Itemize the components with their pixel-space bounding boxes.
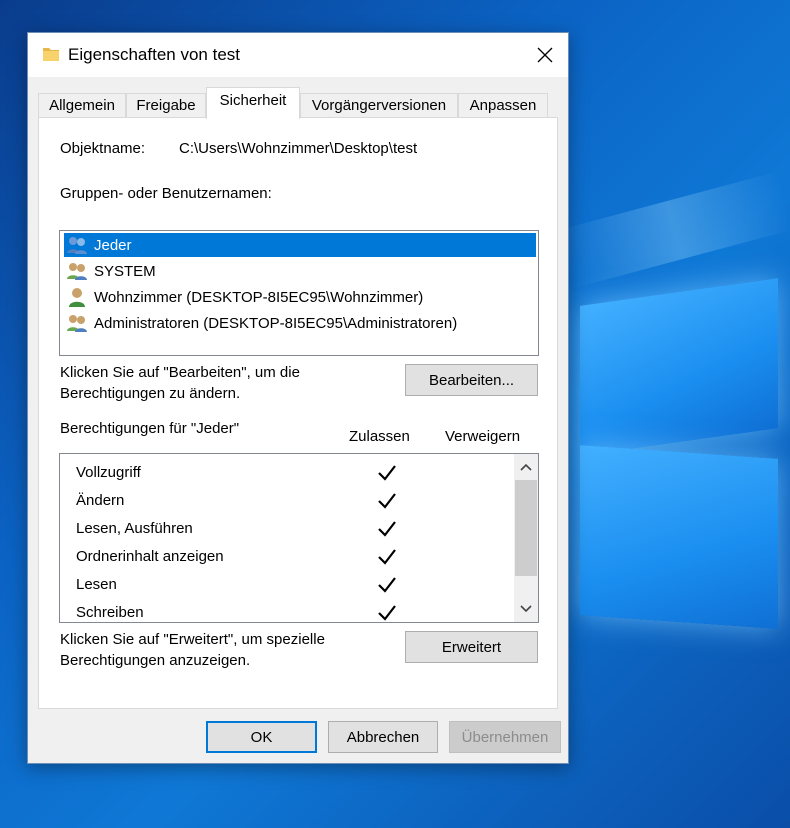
close-icon (537, 47, 553, 63)
permission-name: Schreiben (76, 604, 144, 621)
deny-column-header: Verweigern (445, 428, 521, 445)
object-name-value: C:\Users\Wohnzimmer\Desktop\test (179, 140, 418, 157)
tab-label: Freigabe (136, 97, 196, 114)
permission-row: Vollzugriff (76, 460, 516, 488)
checkmark-icon (378, 577, 396, 593)
tab-freigabe[interactable]: Freigabe (126, 93, 206, 117)
tab-sicherheit[interactable]: Sicherheit (206, 87, 300, 119)
list-item-label: Administratoren (DESKTOP-8I5EC95\Adminis… (94, 314, 458, 332)
users-icon (67, 237, 87, 254)
advanced-hint-line1: Klicken Sie auf "Erweitert", um speziell… (60, 631, 325, 648)
checkmark-icon (378, 549, 396, 565)
windows-logo-pane (580, 445, 778, 629)
chevron-up-icon (520, 463, 532, 471)
object-name-label: Objektname: (60, 140, 146, 157)
permission-row: Ändern (76, 488, 516, 516)
permission-row: Lesen, Ausführen (76, 516, 516, 544)
permission-row: Lesen (76, 572, 516, 600)
tab-label: Allgemein (49, 97, 115, 114)
list-item-label: SYSTEM (94, 262, 156, 280)
list-item-label: Jeder (92, 236, 532, 254)
list-item[interactable]: Administratoren (DESKTOP-8I5EC95\Adminis… (64, 311, 536, 335)
tab-anpassen[interactable]: Anpassen (458, 93, 548, 117)
permission-name: Vollzugriff (76, 464, 141, 481)
allow-column-header: Zulassen (349, 428, 410, 445)
permission-name: Lesen (76, 576, 117, 593)
tab-label: Sicherheit (219, 92, 287, 109)
tab-label: Anpassen (469, 97, 537, 114)
checkmark-icon (378, 465, 396, 481)
scroll-down-button[interactable] (514, 596, 538, 622)
title-bar: Eigenschaften von test (28, 33, 568, 77)
groups-label: Gruppen- oder Benutzernamen: (60, 185, 272, 202)
edit-button[interactable]: Bearbeiten... (405, 364, 538, 396)
checkmark-icon (378, 493, 396, 509)
edit-hint-line1: Klicken Sie auf "Bearbeiten", um die (60, 364, 300, 381)
users-icon (67, 315, 87, 332)
user-icon (69, 288, 85, 307)
cancel-button[interactable]: Abbrechen (328, 721, 438, 753)
advanced-hint-line2: Berechtigungen anzuzeigen. (60, 652, 251, 669)
ok-button[interactable]: OK (206, 721, 317, 753)
tab-vorgaengerversionen[interactable]: Vorgängerversionen (300, 93, 458, 117)
scroll-up-button[interactable] (514, 454, 538, 480)
permissions-label: Berechtigungen für "Jeder" (60, 420, 240, 437)
scroll-thumb[interactable] (515, 480, 537, 576)
tab-strip: Allgemein Freigabe Sicherheit Vorgängerv… (38, 87, 558, 119)
tab-label: Vorgängerversionen (311, 97, 447, 114)
permission-name: Ändern (76, 492, 125, 509)
apply-button: Übernehmen (449, 721, 561, 753)
checkmark-icon (378, 521, 396, 537)
permission-name: Lesen, Ausführen (76, 520, 193, 537)
chevron-down-icon (520, 605, 532, 613)
users-icon (67, 263, 87, 280)
list-item[interactable]: SYSTEM (64, 259, 536, 283)
list-item-label: Wohnzimmer (DESKTOP-8I5EC95\Wohnzimmer) (94, 288, 424, 306)
checkmark-icon (378, 605, 396, 621)
groups-listbox[interactable]: Jeder SYSTEM Wohnzimmer (DESKTOP-8I5EC95… (59, 230, 539, 356)
close-button[interactable] (522, 33, 568, 77)
permission-name: Ordnerinhalt anzeigen (76, 548, 224, 565)
windows-logo-pane (580, 278, 778, 456)
permission-row: Schreiben (76, 600, 516, 622)
edit-hint-line2: Berechtigungen zu ändern. (60, 385, 241, 402)
list-item[interactable]: Wohnzimmer (DESKTOP-8I5EC95\Wohnzimmer) (64, 285, 536, 309)
window-title: Eigenschaften von test (68, 45, 241, 64)
properties-dialog: Eigenschaften von test Allgemein Freigab… (27, 32, 569, 764)
list-item[interactable]: Jeder (64, 233, 536, 257)
security-panel: Objektname: C:\Users\Wohnzimmer\Desktop\… (38, 117, 558, 709)
permissions-scrollbar[interactable] (514, 454, 538, 622)
permissions-list[interactable]: Vollzugriff Ändern Lesen, Ausführen Ordn… (59, 453, 539, 623)
tab-allgemein[interactable]: Allgemein (38, 93, 126, 117)
advanced-button[interactable]: Erweitert (405, 631, 538, 663)
light-beam (556, 171, 790, 289)
permission-row: Ordnerinhalt anzeigen (76, 544, 516, 572)
folder-icon (43, 48, 59, 61)
